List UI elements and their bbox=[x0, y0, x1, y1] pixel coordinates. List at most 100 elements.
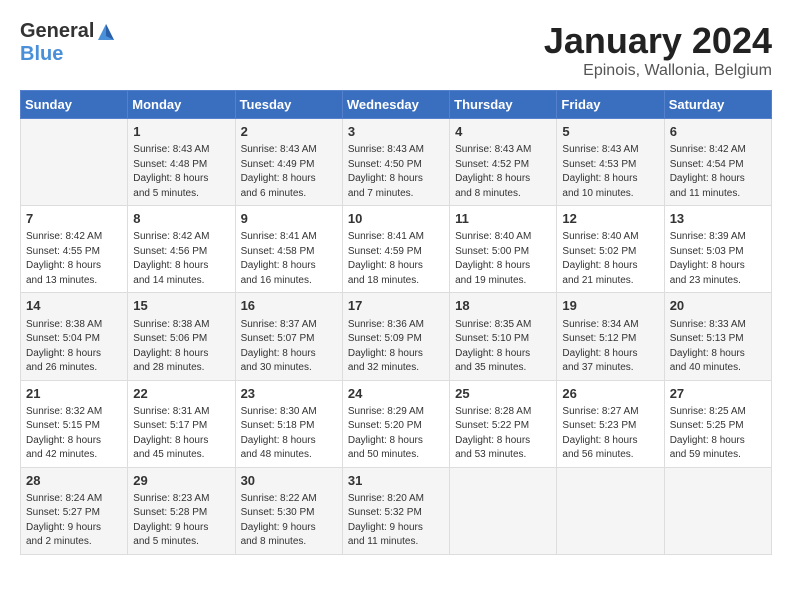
calendar-week-row: 21 Sunrise: 8:32 AM Sunset: 5:15 PM Dayli… bbox=[21, 380, 772, 467]
day-info: Sunrise: 8:42 AM Sunset: 4:55 PM Dayligh… bbox=[26, 230, 122, 288]
calendar-cell: 25 Sunrise: 8:28 AM Sunset: 5:22 PM Dayli… bbox=[450, 380, 557, 467]
day-info: Sunrise: 8:31 AM Sunset: 5:17 PM Dayligh… bbox=[133, 405, 229, 463]
page-header: General Blue January 2024 Epinois, Wallo… bbox=[20, 20, 772, 80]
day-number: 6 bbox=[670, 123, 766, 141]
day-info: Sunrise: 8:27 AM Sunset: 5:23 PM Dayligh… bbox=[562, 405, 658, 463]
calendar-cell bbox=[21, 119, 128, 206]
day-number: 28 bbox=[26, 472, 122, 490]
day-info: Sunrise: 8:30 AM Sunset: 5:18 PM Dayligh… bbox=[241, 405, 337, 463]
day-info: Sunrise: 8:38 AM Sunset: 5:04 PM Dayligh… bbox=[26, 318, 122, 376]
day-number: 25 bbox=[455, 385, 551, 403]
day-info: Sunrise: 8:42 AM Sunset: 4:54 PM Dayligh… bbox=[670, 143, 766, 201]
calendar-week-row: 14Sunrise: 8:38 AM Sunset: 5:04 PM Dayli… bbox=[21, 293, 772, 380]
calendar-cell bbox=[557, 467, 664, 554]
logo-general-text: General bbox=[20, 20, 94, 43]
day-number: 8 bbox=[133, 210, 229, 228]
logo-blue-text: Blue bbox=[20, 43, 63, 66]
day-number: 3 bbox=[348, 123, 444, 141]
day-number: 10 bbox=[348, 210, 444, 228]
calendar-week-row: 1 Sunrise: 8:43 AM Sunset: 4:48 PM Daylig… bbox=[21, 119, 772, 206]
day-number: 13 bbox=[670, 210, 766, 228]
calendar-cell: 6 Sunrise: 8:42 AM Sunset: 4:54 PM Daylig… bbox=[664, 119, 771, 206]
day-number: 31 bbox=[348, 472, 444, 490]
day-number: 12 bbox=[562, 210, 658, 228]
day-number: 26 bbox=[562, 385, 658, 403]
calendar-cell: 24Sunrise: 8:29 AM Sunset: 5:20 PM Dayli… bbox=[342, 380, 449, 467]
calendar-cell: 22 Sunrise: 8:31 AM Sunset: 5:17 PM Dayli… bbox=[128, 380, 235, 467]
day-number: 27 bbox=[670, 385, 766, 403]
calendar-cell: 15Sunrise: 8:38 AM Sunset: 5:06 PM Dayli… bbox=[128, 293, 235, 380]
calendar-cell: 4Sunrise: 8:43 AM Sunset: 4:52 PM Daylig… bbox=[450, 119, 557, 206]
logo-icon bbox=[96, 22, 116, 42]
day-number: 15 bbox=[133, 297, 229, 315]
calendar-cell: 10 Sunrise: 8:41 AM Sunset: 4:59 PM Dayli… bbox=[342, 206, 449, 293]
day-info: Sunrise: 8:40 AM Sunset: 5:02 PM Dayligh… bbox=[562, 230, 658, 288]
calendar-cell: 1 Sunrise: 8:43 AM Sunset: 4:48 PM Daylig… bbox=[128, 119, 235, 206]
header-day-thursday: Thursday bbox=[450, 91, 557, 119]
day-number: 9 bbox=[241, 210, 337, 228]
calendar-cell: 27 Sunrise: 8:25 AM Sunset: 5:25 PM Dayli… bbox=[664, 380, 771, 467]
calendar-cell bbox=[450, 467, 557, 554]
header-day-saturday: Saturday bbox=[664, 91, 771, 119]
calendar-cell: 8 Sunrise: 8:42 AM Sunset: 4:56 PM Daylig… bbox=[128, 206, 235, 293]
calendar-cell: 17 Sunrise: 8:36 AM Sunset: 5:09 PM Dayli… bbox=[342, 293, 449, 380]
day-info: Sunrise: 8:42 AM Sunset: 4:56 PM Dayligh… bbox=[133, 230, 229, 288]
calendar-table: SundayMondayTuesdayWednesdayThursdayFrid… bbox=[20, 90, 772, 555]
day-info: Sunrise: 8:41 AM Sunset: 4:58 PM Dayligh… bbox=[241, 230, 337, 288]
day-info: Sunrise: 8:36 AM Sunset: 5:09 PM Dayligh… bbox=[348, 318, 444, 376]
header-day-wednesday: Wednesday bbox=[342, 91, 449, 119]
day-info: Sunrise: 8:43 AM Sunset: 4:49 PM Dayligh… bbox=[241, 143, 337, 201]
day-info: Sunrise: 8:25 AM Sunset: 5:25 PM Dayligh… bbox=[670, 405, 766, 463]
day-number: 17 bbox=[348, 297, 444, 315]
calendar-cell: 29Sunrise: 8:23 AM Sunset: 5:28 PM Dayli… bbox=[128, 467, 235, 554]
day-info: Sunrise: 8:43 AM Sunset: 4:53 PM Dayligh… bbox=[562, 143, 658, 201]
header-day-friday: Friday bbox=[557, 91, 664, 119]
calendar-cell: 20Sunrise: 8:33 AM Sunset: 5:13 PM Dayli… bbox=[664, 293, 771, 380]
day-info: Sunrise: 8:39 AM Sunset: 5:03 PM Dayligh… bbox=[670, 230, 766, 288]
day-info: Sunrise: 8:24 AM Sunset: 5:27 PM Dayligh… bbox=[26, 492, 122, 550]
calendar-cell: 7 Sunrise: 8:42 AM Sunset: 4:55 PM Daylig… bbox=[21, 206, 128, 293]
calendar-cell bbox=[664, 467, 771, 554]
day-info: Sunrise: 8:43 AM Sunset: 4:48 PM Dayligh… bbox=[133, 143, 229, 201]
day-number: 22 bbox=[133, 385, 229, 403]
day-info: Sunrise: 8:20 AM Sunset: 5:32 PM Dayligh… bbox=[348, 492, 444, 550]
month-title: January 2024 bbox=[544, 20, 772, 62]
header-day-sunday: Sunday bbox=[21, 91, 128, 119]
day-number: 7 bbox=[26, 210, 122, 228]
calendar-cell: 21 Sunrise: 8:32 AM Sunset: 5:15 PM Dayli… bbox=[21, 380, 128, 467]
title-block: January 2024 Epinois, Wallonia, Belgium bbox=[544, 20, 772, 80]
day-info: Sunrise: 8:43 AM Sunset: 4:52 PM Dayligh… bbox=[455, 143, 551, 201]
calendar-cell: 23 Sunrise: 8:30 AM Sunset: 5:18 PM Dayli… bbox=[235, 380, 342, 467]
calendar-cell: 16Sunrise: 8:37 AM Sunset: 5:07 PM Dayli… bbox=[235, 293, 342, 380]
day-info: Sunrise: 8:33 AM Sunset: 5:13 PM Dayligh… bbox=[670, 318, 766, 376]
day-number: 21 bbox=[26, 385, 122, 403]
calendar-week-row: 28 Sunrise: 8:24 AM Sunset: 5:27 PM Dayli… bbox=[21, 467, 772, 554]
day-info: Sunrise: 8:41 AM Sunset: 4:59 PM Dayligh… bbox=[348, 230, 444, 288]
calendar-cell: 2 Sunrise: 8:43 AM Sunset: 4:49 PM Daylig… bbox=[235, 119, 342, 206]
day-number: 16 bbox=[241, 297, 337, 315]
day-number: 23 bbox=[241, 385, 337, 403]
location-subtitle: Epinois, Wallonia, Belgium bbox=[544, 62, 772, 80]
calendar-cell: 9 Sunrise: 8:41 AM Sunset: 4:58 PM Daylig… bbox=[235, 206, 342, 293]
day-info: Sunrise: 8:22 AM Sunset: 5:30 PM Dayligh… bbox=[241, 492, 337, 550]
day-number: 11 bbox=[455, 210, 551, 228]
day-number: 19 bbox=[562, 297, 658, 315]
day-info: Sunrise: 8:28 AM Sunset: 5:22 PM Dayligh… bbox=[455, 405, 551, 463]
calendar-cell: 14Sunrise: 8:38 AM Sunset: 5:04 PM Dayli… bbox=[21, 293, 128, 380]
calendar-cell: 3 Sunrise: 8:43 AM Sunset: 4:50 PM Daylig… bbox=[342, 119, 449, 206]
day-info: Sunrise: 8:35 AM Sunset: 5:10 PM Dayligh… bbox=[455, 318, 551, 376]
day-info: Sunrise: 8:32 AM Sunset: 5:15 PM Dayligh… bbox=[26, 405, 122, 463]
day-info: Sunrise: 8:23 AM Sunset: 5:28 PM Dayligh… bbox=[133, 492, 229, 550]
day-number: 24 bbox=[348, 385, 444, 403]
day-info: Sunrise: 8:43 AM Sunset: 4:50 PM Dayligh… bbox=[348, 143, 444, 201]
day-number: 1 bbox=[133, 123, 229, 141]
header-day-tuesday: Tuesday bbox=[235, 91, 342, 119]
day-number: 5 bbox=[562, 123, 658, 141]
day-number: 2 bbox=[241, 123, 337, 141]
calendar-cell: 5 Sunrise: 8:43 AM Sunset: 4:53 PM Daylig… bbox=[557, 119, 664, 206]
calendar-week-row: 7 Sunrise: 8:42 AM Sunset: 4:55 PM Daylig… bbox=[21, 206, 772, 293]
day-number: 30 bbox=[241, 472, 337, 490]
calendar-cell: 28 Sunrise: 8:24 AM Sunset: 5:27 PM Dayli… bbox=[21, 467, 128, 554]
calendar-cell: 12 Sunrise: 8:40 AM Sunset: 5:02 PM Dayli… bbox=[557, 206, 664, 293]
day-info: Sunrise: 8:34 AM Sunset: 5:12 PM Dayligh… bbox=[562, 318, 658, 376]
